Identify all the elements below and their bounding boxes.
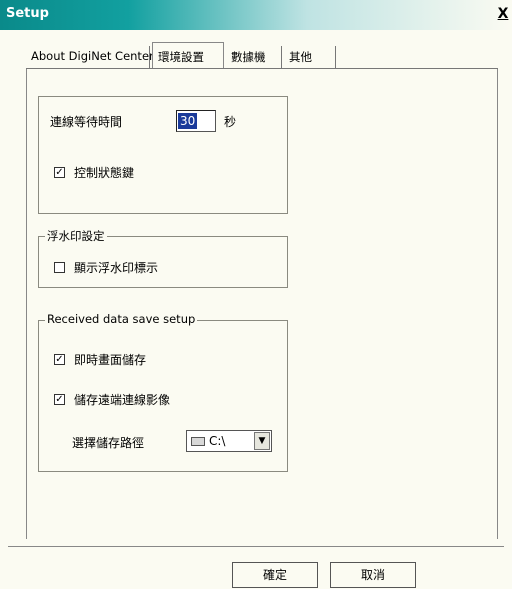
tab-modem-label: 數據機 <box>231 50 266 64</box>
save-realtime-label: 即時畫面儲存 <box>74 353 147 367</box>
save-remote-label: 儲存遠端連線影像 <box>74 393 171 407</box>
drive-icon <box>191 437 205 446</box>
save-remote-checkbox[interactable]: ✓ <box>54 394 65 405</box>
tab-environment[interactable]: 環境設置 <box>152 42 224 68</box>
chevron-down-icon[interactable]: ▼ <box>254 432 270 450</box>
tab-about-label: About DigiNet Center <box>31 49 154 63</box>
save-path-label: 選擇儲存路徑 <box>72 436 145 450</box>
save-path-value: C:\ <box>209 434 226 448</box>
cancel-button[interactable]: 取消 <box>330 562 416 588</box>
save-path-select[interactable]: C:\ ▼ <box>186 430 272 452</box>
bottom-divider <box>8 546 504 547</box>
window-title: Setup <box>6 6 49 21</box>
received-save-group-title: Received data save setup <box>45 312 198 326</box>
close-button[interactable]: X <box>496 6 510 22</box>
wait-time-input[interactable]: 30 <box>176 110 216 132</box>
tab-other[interactable]: 其他 <box>284 46 336 68</box>
tab-other-label: 其他 <box>289 50 312 64</box>
wait-time-value: 30 <box>178 113 198 129</box>
title-bar[interactable]: Setup X <box>0 0 512 30</box>
tab-environment-label: 環境設置 <box>158 50 204 64</box>
show-watermark-checkbox[interactable] <box>54 262 65 273</box>
watermark-group-title: 浮水印設定 <box>45 228 107 244</box>
ok-button[interactable]: 確定 <box>232 562 318 588</box>
setup-window: Setup X About DigiNet Center 環境設置 數據機 其他… <box>0 0 512 589</box>
show-watermark-label: 顯示浮水印標示 <box>74 261 159 275</box>
control-state-label: 控制狀態鍵 <box>74 166 135 180</box>
wait-time-label: 連線等待時間 <box>50 115 123 129</box>
tab-modem[interactable]: 數據機 <box>226 46 282 68</box>
control-state-checkbox[interactable]: ✓ <box>54 167 65 178</box>
tab-about[interactable]: About DigiNet Center <box>26 46 154 68</box>
save-realtime-checkbox[interactable]: ✓ <box>54 354 65 365</box>
wait-time-unit: 秒 <box>224 115 237 129</box>
